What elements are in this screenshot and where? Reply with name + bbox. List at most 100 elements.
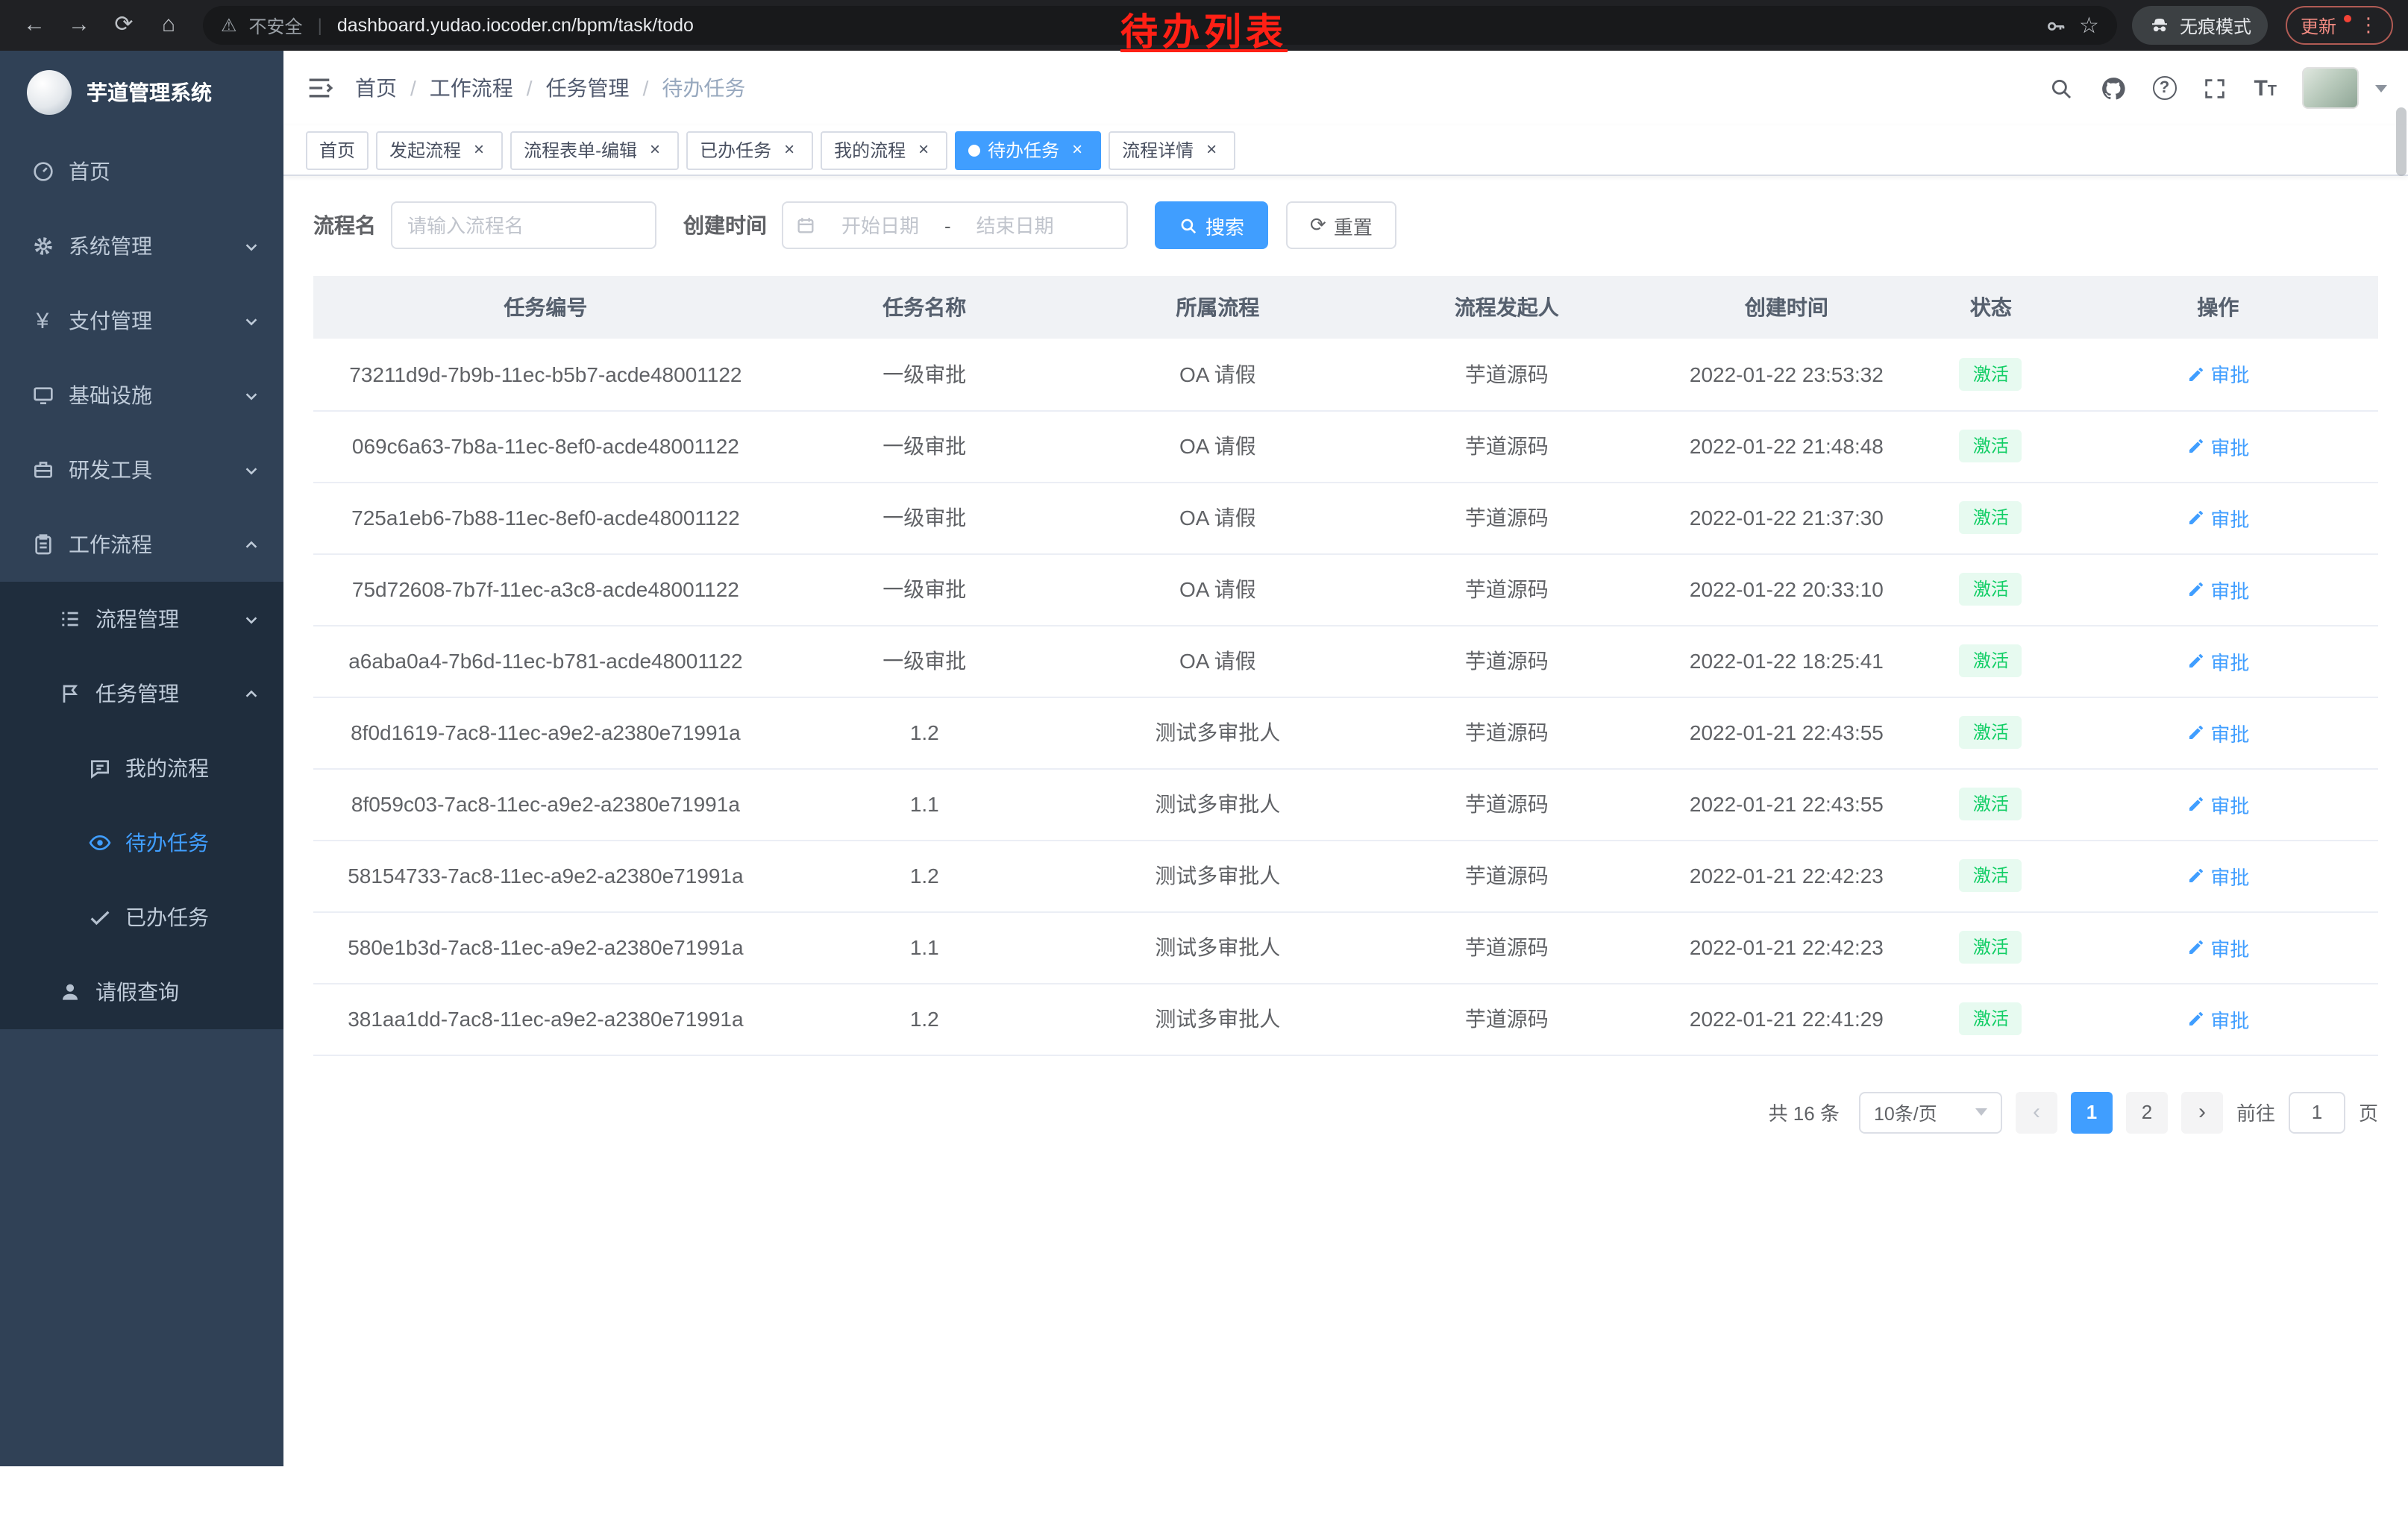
fullscreen-icon[interactable] bbox=[2201, 75, 2228, 101]
bookmark-star-icon[interactable]: ☆ bbox=[2079, 12, 2099, 39]
tab-process-form-edit[interactable]: 流程表单-编辑 × bbox=[510, 131, 679, 169]
sidebar-item-workflow[interactable]: 工作流程 bbox=[0, 507, 283, 582]
create-time-label: 创建时间 bbox=[683, 210, 767, 240]
breadcrumb-home[interactable]: 首页 bbox=[355, 73, 397, 103]
cell-status: 激活 bbox=[1924, 697, 2058, 768]
search-icon[interactable] bbox=[2048, 75, 2075, 101]
cell-starter: 芋道源码 bbox=[1364, 339, 1649, 410]
edit-icon bbox=[2186, 795, 2204, 813]
close-icon[interactable]: × bbox=[913, 139, 934, 160]
page-button-1[interactable]: 1 bbox=[2071, 1091, 2113, 1133]
column-starter: 流程发起人 bbox=[1364, 276, 1649, 339]
edit-icon bbox=[2186, 437, 2204, 455]
forward-button[interactable]: → bbox=[60, 6, 98, 45]
sidebar-item-todo-tasks[interactable]: 待办任务 bbox=[0, 805, 283, 880]
prev-page-button[interactable]: ‹ bbox=[2016, 1091, 2057, 1133]
sidebar-item-process-management[interactable]: 流程管理 bbox=[0, 582, 283, 656]
close-icon[interactable]: × bbox=[645, 139, 665, 160]
key-icon[interactable] bbox=[2043, 13, 2067, 37]
approve-link[interactable]: 审批 bbox=[2186, 861, 2249, 890]
github-icon[interactable] bbox=[2100, 75, 2127, 101]
status-badge: 激活 bbox=[1960, 430, 2022, 462]
close-icon[interactable]: × bbox=[779, 139, 800, 160]
cell-process: 测试多审批人 bbox=[1071, 983, 1364, 1055]
sidebar-collapse-icon[interactable] bbox=[304, 73, 334, 103]
table-row: 069c6a63-7b8a-11ec-8ef0-acde48001122 一级审… bbox=[313, 410, 2378, 482]
approve-link[interactable]: 审批 bbox=[2186, 575, 2249, 603]
help-icon[interactable]: ? bbox=[2152, 76, 2176, 100]
scrollbar-thumb[interactable] bbox=[2396, 107, 2407, 176]
approve-link[interactable]: 审批 bbox=[2186, 503, 2249, 532]
cell-action: 审批 bbox=[2058, 983, 2378, 1055]
sidebar-item-leave-query[interactable]: 请假查询 bbox=[0, 955, 283, 1029]
back-button[interactable]: ← bbox=[15, 6, 54, 45]
approve-link[interactable]: 审批 bbox=[2186, 360, 2249, 389]
incognito-label: 无痕模式 bbox=[2180, 13, 2251, 38]
sidebar-item-infrastructure[interactable]: 基础设施 bbox=[0, 358, 283, 433]
search-button[interactable]: 搜索 bbox=[1155, 201, 1268, 249]
user-avatar[interactable] bbox=[2302, 67, 2359, 109]
process-name-input[interactable] bbox=[391, 201, 656, 249]
cell-task-id: 069c6a63-7b8a-11ec-8ef0-acde48001122 bbox=[313, 410, 778, 482]
cell-process: OA 请假 bbox=[1071, 625, 1364, 697]
page-scrollbar[interactable] bbox=[2395, 101, 2408, 1517]
tab-done-tasks[interactable]: 已办任务 × bbox=[686, 131, 813, 169]
sidebar-item-task-management[interactable]: 任务管理 bbox=[0, 656, 283, 731]
tab-my-process[interactable]: 我的流程 × bbox=[821, 131, 947, 169]
sidebar-item-payment[interactable]: ¥ 支付管理 bbox=[0, 283, 283, 358]
menu-kebab-icon[interactable]: ⋮ bbox=[2359, 13, 2378, 37]
home-button[interactable]: ⌂ bbox=[149, 6, 188, 45]
table-row: 381aa1dd-7ac8-11ec-a9e2-a2380e71991a 1.2… bbox=[313, 983, 2378, 1055]
close-icon[interactable]: × bbox=[1067, 139, 1088, 160]
edit-icon bbox=[2186, 580, 2204, 598]
breadcrumb-current: 待办任务 bbox=[662, 73, 745, 103]
breadcrumb-task-management[interactable]: 任务管理 bbox=[546, 73, 630, 103]
sidebar-item-system[interactable]: 系统管理 bbox=[0, 209, 283, 283]
cell-starter: 芋道源码 bbox=[1364, 768, 1649, 840]
cell-task-id: 8f0d1619-7ac8-11ec-a9e2-a2380e71991a bbox=[313, 697, 778, 768]
tab-start-process[interactable]: 发起流程 × bbox=[376, 131, 503, 169]
user-icon bbox=[57, 979, 82, 1005]
sidebar-item-my-process[interactable]: 我的流程 bbox=[0, 731, 283, 805]
start-date-input[interactable] bbox=[825, 214, 935, 236]
breadcrumb-workflow[interactable]: 工作流程 bbox=[430, 73, 513, 103]
sidebar-item-dev-tools[interactable]: 研发工具 bbox=[0, 433, 283, 507]
date-range-picker[interactable]: - bbox=[782, 201, 1128, 249]
cell-status: 激活 bbox=[1924, 553, 2058, 625]
cell-task-id: 8f059c03-7ac8-11ec-a9e2-a2380e71991a bbox=[313, 768, 778, 840]
update-button[interactable]: 更新 ⋮ bbox=[2286, 6, 2393, 45]
list-icon bbox=[57, 606, 82, 632]
close-icon[interactable]: × bbox=[468, 139, 489, 160]
cell-starter: 芋道源码 bbox=[1364, 911, 1649, 983]
approve-link[interactable]: 审批 bbox=[2186, 790, 2249, 818]
page-size-select[interactable]: 10条/页 bbox=[1859, 1091, 2002, 1133]
tab-process-detail[interactable]: 流程详情 × bbox=[1109, 131, 1235, 169]
next-page-button[interactable]: › bbox=[2181, 1091, 2223, 1133]
app-logo[interactable]: 芋道管理系统 bbox=[0, 51, 283, 134]
reload-button[interactable]: ⟳ bbox=[104, 6, 143, 45]
goto-page-input[interactable] bbox=[2289, 1091, 2345, 1133]
approve-link[interactable]: 审批 bbox=[2186, 933, 2249, 961]
sidebar-item-label: 系统管理 bbox=[69, 231, 152, 261]
table-row: 8f059c03-7ac8-11ec-a9e2-a2380e71991a 1.1… bbox=[313, 768, 2378, 840]
page-button-2[interactable]: 2 bbox=[2126, 1091, 2168, 1133]
font-size-icon[interactable]: TT bbox=[2254, 77, 2277, 99]
chevron-down-icon[interactable] bbox=[2375, 84, 2387, 92]
sidebar-item-done-tasks[interactable]: 已办任务 bbox=[0, 880, 283, 955]
table-row: 580e1b3d-7ac8-11ec-a9e2-a2380e71991a 1.1… bbox=[313, 911, 2378, 983]
approve-link[interactable]: 审批 bbox=[2186, 647, 2249, 675]
sidebar-item-home[interactable]: 首页 bbox=[0, 134, 283, 209]
cell-action: 审批 bbox=[2058, 911, 2378, 983]
close-icon[interactable]: × bbox=[1201, 139, 1222, 160]
approve-link[interactable]: 审批 bbox=[2186, 718, 2249, 747]
tab-todo-tasks[interactable]: 待办任务 × bbox=[955, 131, 1101, 169]
end-date-input[interactable] bbox=[960, 214, 1070, 236]
edit-icon bbox=[2186, 938, 2204, 956]
approve-link[interactable]: 审批 bbox=[2186, 1005, 2249, 1033]
reset-button[interactable]: ⟳ 重置 bbox=[1286, 201, 1396, 249]
tab-home[interactable]: 首页 bbox=[306, 131, 369, 169]
cell-create-time: 2022-01-21 22:42:23 bbox=[1649, 911, 1924, 983]
cell-create-time: 2022-01-22 21:37:30 bbox=[1649, 482, 1924, 553]
table-row: 58154733-7ac8-11ec-a9e2-a2380e71991a 1.2… bbox=[313, 840, 2378, 911]
approve-link[interactable]: 审批 bbox=[2186, 432, 2249, 460]
